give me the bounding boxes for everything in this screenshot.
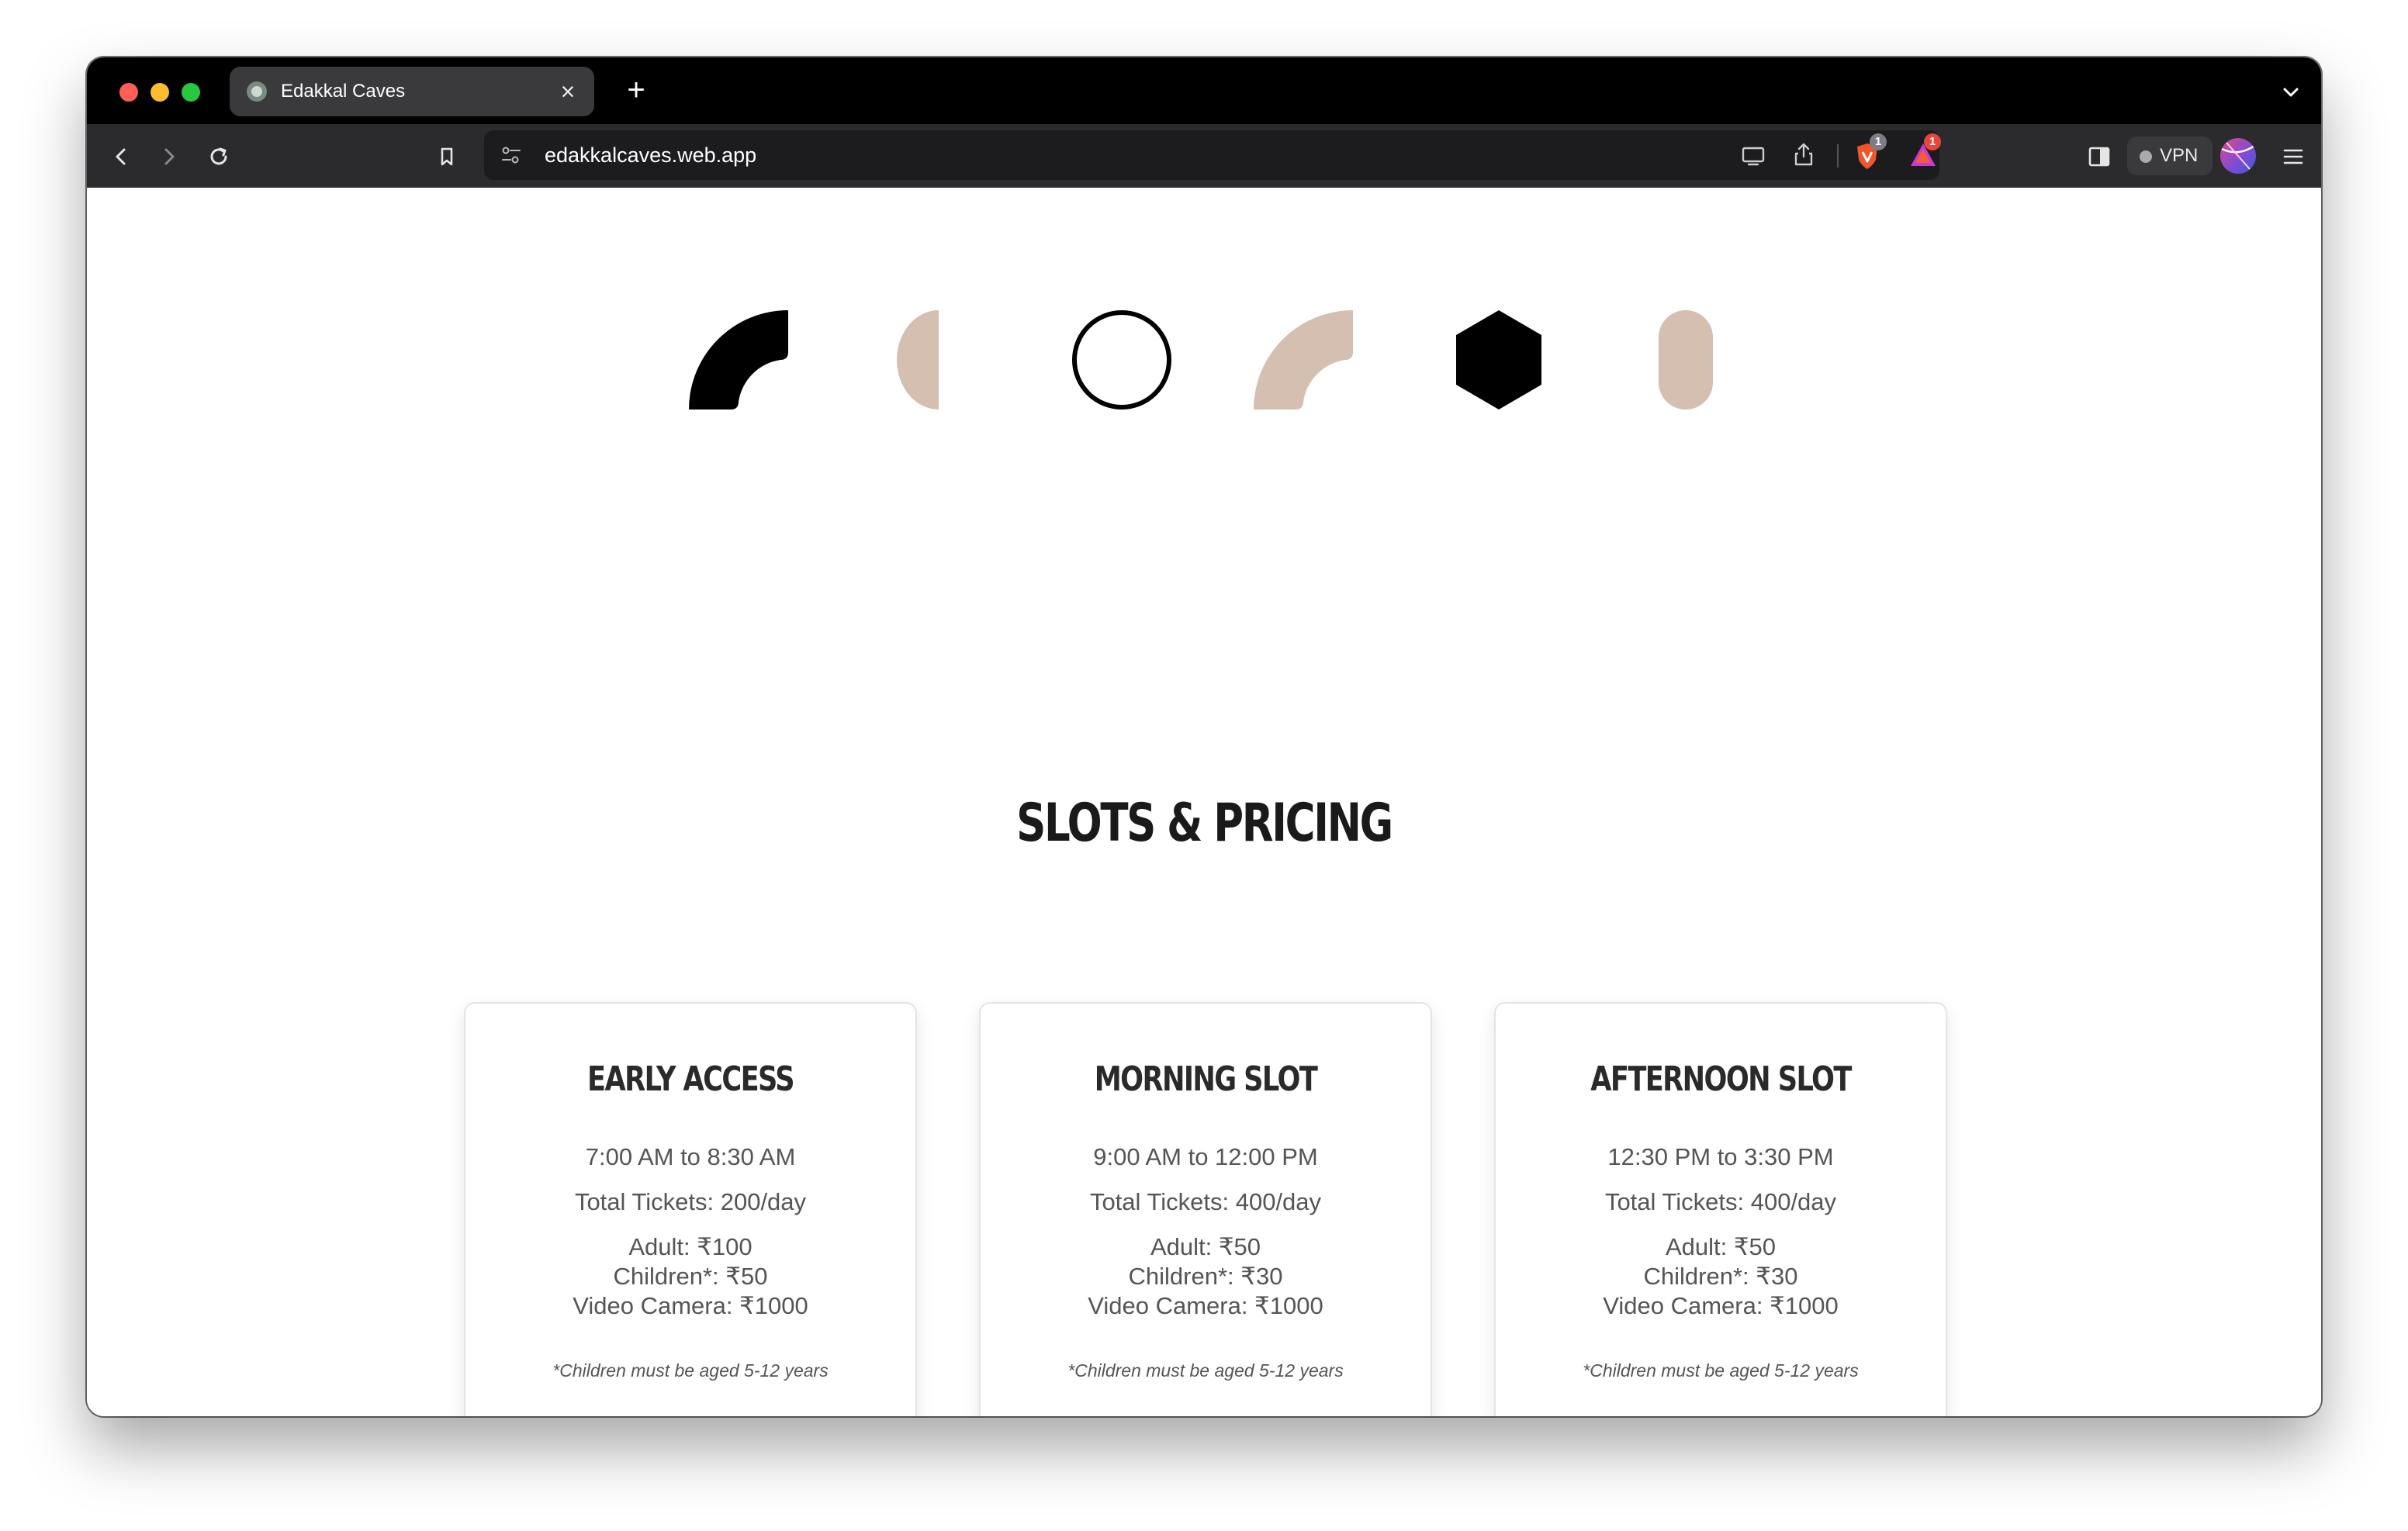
slot-card-early-access: EARLY ACCESS 7:00 AM to 8:30 AM Total Ti…	[464, 1002, 917, 1416]
slot-tickets: Total Tickets: 400/day	[1089, 1188, 1322, 1215]
slot-title: MORNING SLOT	[1094, 1059, 1318, 1099]
back-button[interactable]	[106, 141, 137, 172]
share-icon[interactable]	[1792, 141, 1815, 168]
outline-circle-shape	[1072, 310, 1171, 410]
children-age-note: *Children must be aged 5-12 years	[552, 1360, 829, 1381]
back-arrow-icon	[116, 148, 126, 165]
tab-title: Edakkal Caves	[281, 81, 406, 102]
beige-arc-shape	[1254, 310, 1353, 410]
page-content: SLOTS & PRICING EARLY ACCESS 7:00 AM to …	[87, 188, 2321, 1416]
new-tab-button[interactable]: +	[618, 71, 655, 109]
url-text: edakkalcaves.web.app	[545, 143, 757, 167]
brave-rewards-button[interactable]: 1	[1908, 133, 1941, 171]
sidebar-icon	[2088, 147, 2110, 167]
slot-tickets: Total Tickets: 400/day	[1604, 1188, 1837, 1215]
slot-title: EARLY ACCESS	[587, 1059, 795, 1099]
black-arc-shape	[689, 310, 788, 410]
decorative-shapes	[689, 310, 1713, 410]
video-camera-price: Video Camera: ₹1000	[1088, 1292, 1323, 1319]
menu-button[interactable]	[2278, 141, 2309, 172]
forward-button[interactable]	[154, 141, 185, 172]
section-title: SLOTS & PRICING	[1016, 793, 1393, 854]
children-price: Children*: ₹30	[1643, 1263, 1798, 1290]
slot-time: 9:00 AM to 12:00 PM	[1093, 1143, 1318, 1170]
slot-time: 12:30 PM to 3:30 PM	[1607, 1143, 1834, 1170]
chevron-down-icon[interactable]	[2278, 79, 2304, 105]
black-hexagon-shape	[1456, 310, 1541, 410]
site-favicon-icon	[247, 81, 267, 102]
maximize-window-button[interactable]	[182, 83, 200, 102]
close-tab-icon[interactable]: ×	[552, 76, 583, 107]
reload-button[interactable]	[203, 141, 234, 172]
beige-half-circle-shape	[897, 310, 939, 410]
reload-icon	[210, 147, 227, 165]
adult-price: Adult: ₹50	[1150, 1233, 1261, 1260]
adult-price: Adult: ₹50	[1665, 1233, 1777, 1260]
forward-arrow-icon	[164, 148, 175, 165]
address-bar[interactable]: edakkalcaves.web.app 1 1	[484, 130, 1941, 180]
toolbar-divider	[1837, 144, 1839, 168]
slot-tickets: Total Tickets: 200/day	[574, 1188, 807, 1215]
slot-card-morning: MORNING SLOT 9:00 AM to 12:00 PM Total T…	[979, 1002, 1432, 1416]
beige-pill-shape	[1659, 310, 1713, 410]
rewards-alert-count: 1	[1924, 133, 1941, 150]
vpn-status-icon	[2140, 150, 2152, 163]
browser-window: Edakkal Caves × + edakkalcaves.web.app 1…	[87, 57, 2321, 1416]
profile-avatar-icon	[2221, 142, 2255, 170]
bookmark-icon	[441, 147, 453, 166]
children-price: Children*: ₹50	[613, 1263, 768, 1290]
adult-price: Adult: ₹100	[628, 1233, 752, 1260]
video-camera-price: Video Camera: ₹1000	[1603, 1292, 1839, 1319]
brave-shields-button[interactable]: 1	[1854, 133, 1887, 171]
video-camera-price: Video Camera: ₹1000	[573, 1292, 808, 1319]
cast-icon[interactable]	[1741, 144, 1766, 168]
vpn-button[interactable]: VPN	[2127, 137, 2213, 175]
children-age-note: *Children must be aged 5-12 years	[1067, 1360, 1344, 1381]
brave-shields-count: 1	[1870, 133, 1887, 150]
site-settings-icon[interactable]	[500, 144, 523, 166]
hamburger-menu-icon	[2283, 149, 2303, 164]
profile-avatar[interactable]	[2220, 138, 2256, 174]
slot-title: AFTERNOON SLOT	[1590, 1059, 1852, 1099]
browser-toolbar: edakkalcaves.web.app 1 1 VPN	[87, 124, 2321, 188]
close-window-button[interactable]	[119, 83, 138, 102]
bookmark-button[interactable]	[431, 141, 462, 172]
slot-card-afternoon: AFTERNOON SLOT 12:30 PM to 3:30 PM Total…	[1494, 1002, 1947, 1416]
sidebar-toggle-button[interactable]	[2084, 141, 2115, 172]
slot-time: 7:00 AM to 8:30 AM	[585, 1143, 796, 1170]
vpn-label: VPN	[2160, 145, 2199, 166]
tab-bar: Edakkal Caves × +	[87, 57, 2321, 124]
tab-edakkal-caves[interactable]: Edakkal Caves ×	[230, 67, 594, 116]
children-price: Children*: ₹30	[1128, 1263, 1283, 1290]
minimize-window-button[interactable]	[150, 83, 169, 102]
children-age-note: *Children must be aged 5-12 years	[1583, 1360, 1859, 1381]
